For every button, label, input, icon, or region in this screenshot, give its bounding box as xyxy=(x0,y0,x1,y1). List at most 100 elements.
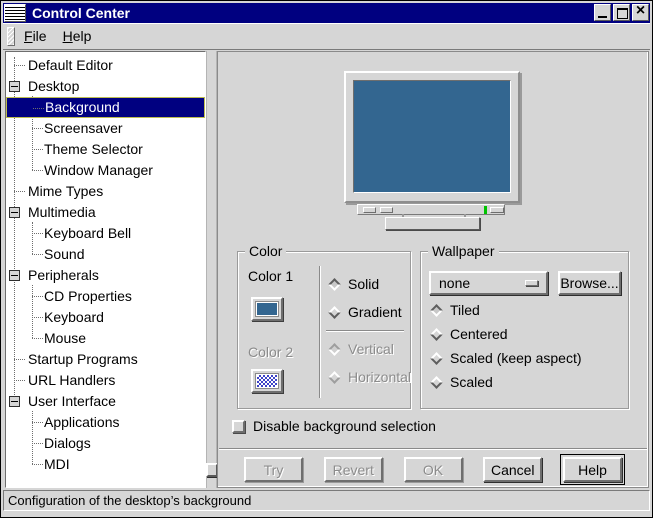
radio-diamond-icon[interactable] xyxy=(430,304,443,317)
tree-item-theme-selector[interactable]: Theme Selector xyxy=(6,139,205,160)
tree-item-label: Sound xyxy=(44,246,84,262)
tree-guide-stub xyxy=(32,149,43,150)
radio-diamond-icon[interactable] xyxy=(430,376,443,389)
tree-item-background[interactable]: Background xyxy=(6,97,205,118)
tree-item-label: MDI xyxy=(44,456,70,472)
tree-item-cd-properties[interactable]: CD Properties xyxy=(6,286,205,307)
expander-minus-icon[interactable] xyxy=(9,81,20,92)
tree-item-label: Keyboard Bell xyxy=(44,225,131,241)
window-menu-icon[interactable] xyxy=(4,4,26,22)
tree-guide-stub xyxy=(32,128,43,129)
radio-label: Solid xyxy=(348,276,379,292)
tree-guide-stub xyxy=(32,443,43,444)
wallpaper-frame: Wallpaper none Browse... TiledCenteredSc… xyxy=(420,251,629,409)
tree-item-url-handlers[interactable]: URL Handlers xyxy=(6,370,205,391)
tree-item-desktop[interactable]: Desktop xyxy=(6,76,205,97)
color1-swatch-button[interactable] xyxy=(251,297,283,321)
tree-guide-stub xyxy=(32,338,43,339)
cancel-button[interactable]: Cancel xyxy=(483,457,542,482)
wallpaper-dropdown[interactable]: none xyxy=(429,271,548,295)
tree-item-label: CD Properties xyxy=(44,288,132,304)
tree-item-label: Mouse xyxy=(44,330,86,346)
window-title: Control Center xyxy=(32,3,130,23)
radio-diamond-icon xyxy=(328,371,341,384)
menubar-grip-icon[interactable] xyxy=(7,27,15,46)
tree-item-label: Multimedia xyxy=(28,204,96,220)
radio-diamond-icon[interactable] xyxy=(328,278,341,291)
tree-guide-stub xyxy=(32,317,43,318)
tree-item-multimedia[interactable]: Multimedia xyxy=(6,202,205,223)
disable-background-checkbox[interactable]: Disable background selection xyxy=(232,418,436,434)
statusbar-text: Configuration of the desktop’s backgroun… xyxy=(8,493,251,508)
tree-item-label: Dialogs xyxy=(44,435,91,451)
close-button[interactable] xyxy=(632,4,649,21)
try-button: Try xyxy=(244,457,303,482)
tree-item-mouse[interactable]: Mouse xyxy=(6,328,205,349)
radio-vertical: Vertical xyxy=(327,341,394,357)
tree-item-keyboard[interactable]: Keyboard xyxy=(6,307,205,328)
action-separator xyxy=(219,448,647,450)
tree-item-label: URL Handlers xyxy=(28,372,115,388)
tree-guide-stub xyxy=(14,380,25,381)
tree-item-screensaver[interactable]: Screensaver xyxy=(6,118,205,139)
menubar: FileHelp xyxy=(3,23,650,50)
color1-label: Color 1 xyxy=(248,268,293,284)
tree-item-label: Theme Selector xyxy=(44,141,143,157)
tree-item-label: Default Editor xyxy=(28,57,113,73)
help-button[interactable]: Help xyxy=(563,457,622,482)
checkbox-label: Disable background selection xyxy=(253,418,436,434)
titlebar[interactable]: Control Center xyxy=(3,3,650,23)
tree-item-user-interface[interactable]: User Interface xyxy=(6,391,205,412)
radio-scaled-keep-aspect[interactable]: Scaled (keep aspect) xyxy=(429,350,582,366)
tree-item-keyboard-bell[interactable]: Keyboard Bell xyxy=(6,223,205,244)
tree-item-peripherals[interactable]: Peripherals xyxy=(6,265,205,286)
checkbox-icon[interactable] xyxy=(232,420,245,433)
tree-item-applications[interactable]: Applications xyxy=(6,412,205,433)
expander-minus-icon[interactable] xyxy=(9,207,20,218)
tree-item-mime-types[interactable]: Mime Types xyxy=(6,181,205,202)
action-buttons: TryRevertOKCancelHelp xyxy=(218,457,648,482)
browse-button[interactable]: Browse... xyxy=(558,271,621,295)
radio-centered[interactable]: Centered xyxy=(429,326,508,342)
tree-item-dialogs[interactable]: Dialogs xyxy=(6,433,205,454)
radio-diamond-icon[interactable] xyxy=(430,328,443,341)
control-center-window: Control Center FileHelp Default EditorDe… xyxy=(0,0,653,518)
maximize-button[interactable] xyxy=(613,4,630,21)
radio-diamond-icon[interactable] xyxy=(430,352,443,365)
menu-file[interactable]: File xyxy=(16,24,55,49)
radio-gradient[interactable]: Gradient xyxy=(327,304,402,320)
expander-minus-icon[interactable] xyxy=(9,396,20,407)
monitor-power-led xyxy=(484,206,487,214)
tree-item-label: Applications xyxy=(44,414,120,430)
color-frame: Color Color 1 Color 2 SolidGradientVerti… xyxy=(237,251,411,409)
tree-item-label: Desktop xyxy=(28,78,79,94)
menu-help[interactable]: Help xyxy=(55,24,100,49)
radio-horizontal: Horizontal xyxy=(327,369,411,385)
tree-guide-stub xyxy=(32,296,43,297)
radio-label: Scaled (keep aspect) xyxy=(450,350,582,366)
tree-item-label: Screensaver xyxy=(44,120,123,136)
color-frame-title: Color xyxy=(245,244,286,259)
minimize-button[interactable] xyxy=(594,4,611,21)
category-tree: Default Editor Desktop Background Screensav… xyxy=(5,51,206,488)
wallpaper-dropdown-value: none xyxy=(439,275,470,291)
monitor-preview xyxy=(344,71,520,203)
radio-diamond-icon xyxy=(328,343,341,356)
tree-item-startup-programs[interactable]: Startup Programs xyxy=(6,349,205,370)
color1-swatch xyxy=(256,302,278,316)
radio-solid[interactable]: Solid xyxy=(327,276,379,292)
tree-item-default-editor[interactable]: Default Editor xyxy=(6,55,205,76)
option-menu-indicator-icon xyxy=(525,280,538,286)
tree-item-mdi[interactable]: MDI xyxy=(6,454,205,475)
tree-item-window-manager[interactable]: Window Manager xyxy=(6,160,205,181)
radio-tiled[interactable]: Tiled xyxy=(429,302,480,318)
color2-swatch-button xyxy=(251,369,283,393)
radio-diamond-icon[interactable] xyxy=(328,306,341,319)
expander-minus-icon[interactable] xyxy=(9,270,20,281)
tree-item-label: Startup Programs xyxy=(28,351,138,367)
statusbar: Configuration of the desktop’s backgroun… xyxy=(3,490,650,511)
radio-scaled[interactable]: Scaled xyxy=(429,374,493,390)
tree-item-sound[interactable]: Sound xyxy=(6,244,205,265)
monitor-button-icon xyxy=(380,207,393,213)
color2-label: Color 2 xyxy=(248,344,293,360)
